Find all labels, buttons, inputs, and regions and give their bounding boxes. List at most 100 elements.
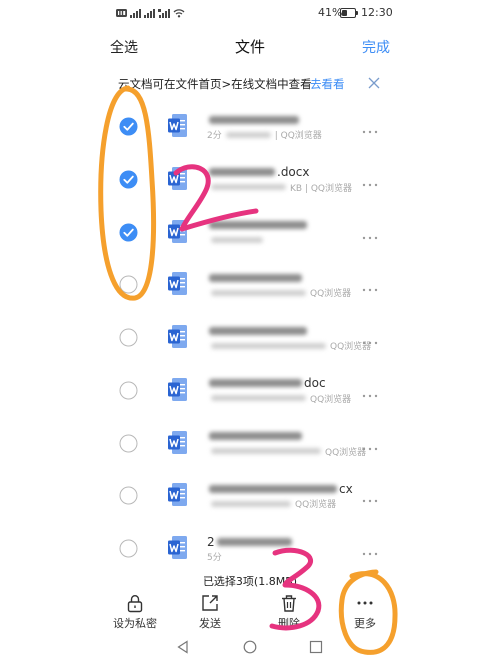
file-row[interactable] xyxy=(0,207,500,259)
empty-circle-icon xyxy=(119,539,138,558)
banner-go-see-link[interactable]: 去看看 xyxy=(310,76,345,92)
battery-percent: 41% xyxy=(318,6,343,19)
row-more-button[interactable] xyxy=(361,490,379,503)
checkbox-checked[interactable] xyxy=(119,117,138,136)
checkbox-unchecked[interactable] xyxy=(119,275,138,294)
delete-button-label: 删除 xyxy=(278,617,300,630)
file-meta: QQ浏览器 xyxy=(207,287,351,299)
row-more-button[interactable] xyxy=(361,121,379,134)
file-name: .docx xyxy=(207,165,309,180)
signal-icon xyxy=(130,8,141,18)
row-more-button[interactable] xyxy=(361,279,379,292)
file-name: cx xyxy=(207,481,353,496)
file-row[interactable]: 2分 | QQ浏览器 xyxy=(0,101,500,153)
more-dots-icon xyxy=(357,601,373,605)
file-meta: QQ浏览器 xyxy=(207,498,337,511)
share-icon xyxy=(202,595,218,611)
file-meta: QQ浏览器 xyxy=(207,446,367,458)
blurred-file-name xyxy=(209,115,299,124)
file-meta-source: KB | QQ浏览器 xyxy=(290,183,352,194)
word-file-icon xyxy=(168,219,187,243)
select-all-button[interactable]: 全选 xyxy=(110,37,138,57)
file-meta: QQ浏览器 xyxy=(207,340,371,352)
checkbox-unchecked[interactable] xyxy=(119,381,138,400)
cloud-doc-banner-message: 云文档可在文件首页>在线文档中查看 xyxy=(118,77,312,91)
row-more-button[interactable] xyxy=(361,332,379,345)
file-row[interactable]: .docx KB | QQ浏览器 xyxy=(0,154,500,206)
file-row[interactable]: cx QQ浏览器 xyxy=(0,470,500,522)
more-button-label: 更多 xyxy=(354,617,376,630)
file-meta-source: QQ浏览器 xyxy=(295,500,337,511)
done-button[interactable]: 完成 xyxy=(362,37,390,57)
file-name-suffix: doc xyxy=(304,376,326,391)
file-row[interactable]: QQ浏览器 xyxy=(0,259,500,311)
checkbox-checked[interactable] xyxy=(119,170,138,189)
file-name: 2 xyxy=(207,534,294,549)
file-name: doc xyxy=(207,376,326,391)
row-more-button[interactable] xyxy=(361,227,379,239)
blurred-file-meta xyxy=(211,237,263,243)
file-row[interactable]: 2 5分 xyxy=(0,523,500,575)
more-dots-icon xyxy=(362,130,378,134)
empty-circle-icon xyxy=(119,434,138,452)
word-file-icon xyxy=(168,536,187,559)
signal-icon xyxy=(144,8,155,18)
wifi-icon xyxy=(173,9,185,18)
home-icon[interactable] xyxy=(243,640,257,654)
more-dots-icon xyxy=(362,289,378,292)
checkbox-checked[interactable] xyxy=(119,223,138,242)
file-meta-source: QQ浏览器 xyxy=(325,447,367,458)
file-meta: QQ浏览器 xyxy=(207,393,352,405)
private-button-label: 设为私密 xyxy=(113,617,157,630)
more-dots-icon xyxy=(362,447,378,450)
word-file-icon xyxy=(168,114,187,137)
file-row[interactable]: doc QQ浏览器 xyxy=(0,365,500,417)
file-meta: 5分 xyxy=(207,551,222,563)
file-meta-prefix: 5分 xyxy=(207,553,222,563)
file-meta: KB | QQ浏览器 xyxy=(207,182,352,194)
close-icon[interactable] xyxy=(368,77,380,89)
trash-icon xyxy=(282,595,296,612)
file-name xyxy=(207,270,304,285)
file-row[interactable]: QQ浏览器 xyxy=(0,312,500,364)
word-file-icon xyxy=(168,377,187,401)
file-name xyxy=(207,323,309,338)
back-icon[interactable] xyxy=(176,640,190,654)
file-name xyxy=(207,112,301,127)
checkbox-unchecked[interactable] xyxy=(119,539,138,558)
status-icons xyxy=(116,7,185,19)
checkbox-unchecked[interactable] xyxy=(119,486,138,505)
file-row[interactable]: QQ浏览器 xyxy=(0,418,500,470)
status-time: 12:30 xyxy=(361,6,393,19)
more-dots-icon xyxy=(362,341,378,345)
row-more-button[interactable] xyxy=(361,385,379,397)
recents-icon[interactable] xyxy=(309,640,323,654)
more-dots-icon xyxy=(362,183,378,186)
empty-circle-icon xyxy=(119,275,138,294)
blurred-file-name xyxy=(209,168,275,177)
blurred-file-name xyxy=(209,326,307,335)
file-name-suffix: cx xyxy=(339,481,353,496)
blurred-file-meta xyxy=(211,500,291,507)
word-file-icon xyxy=(168,430,187,454)
word-file-icon xyxy=(168,166,187,190)
checkbox-unchecked[interactable] xyxy=(119,328,138,347)
more-dots-icon xyxy=(362,236,378,239)
row-more-button[interactable] xyxy=(361,174,379,186)
checkbox-unchecked[interactable] xyxy=(119,434,138,453)
blurred-file-meta xyxy=(225,131,271,138)
file-name xyxy=(207,218,309,233)
more-dots-icon xyxy=(362,552,378,556)
word-file-icon xyxy=(168,272,187,296)
blurred-file-meta xyxy=(211,342,326,349)
empty-circle-icon xyxy=(119,486,138,505)
file-name-suffix: .docx xyxy=(277,165,310,180)
row-more-button[interactable] xyxy=(361,438,379,450)
blurred-file-name xyxy=(209,221,307,229)
blurred-file-meta xyxy=(211,184,286,191)
send-button-label: 发送 xyxy=(199,617,221,630)
more-dots-icon xyxy=(362,500,378,503)
file-meta-source: QQ浏览器 xyxy=(310,394,352,405)
row-more-button[interactable] xyxy=(361,543,379,556)
file-meta: 2分 | QQ浏览器 xyxy=(207,129,322,141)
